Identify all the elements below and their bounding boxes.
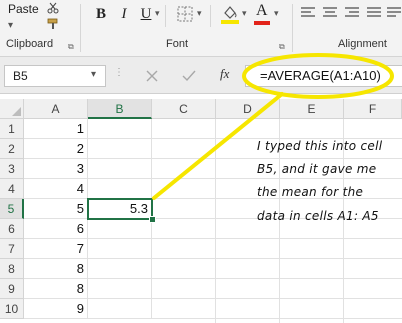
- annotation-line-3: the mean for the: [257, 185, 364, 199]
- annotation-line-2: B5, and it gave me: [257, 162, 377, 176]
- formula-highlight-ellipse: [242, 53, 394, 99]
- annotation-line-1: I typed this into cell: [257, 139, 383, 153]
- annotation-line-4: data in cells A1: A5: [257, 209, 379, 223]
